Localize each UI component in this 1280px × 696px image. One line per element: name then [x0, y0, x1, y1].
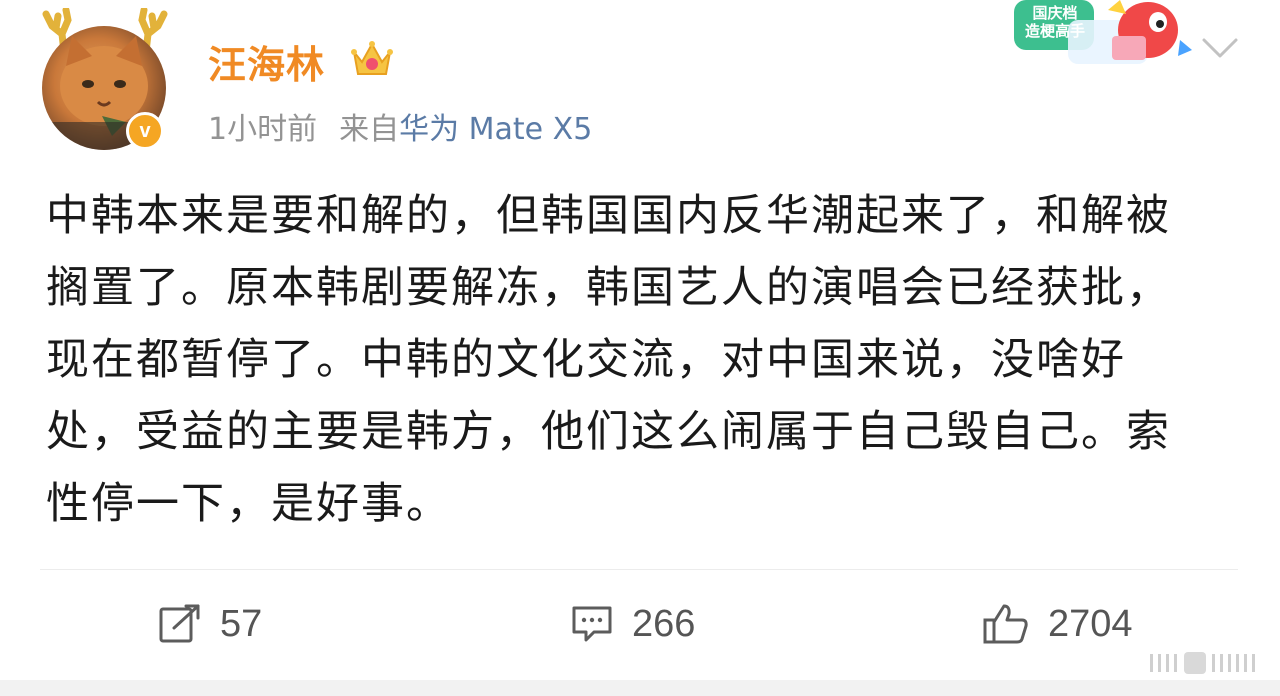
verified-badge-icon: v — [126, 112, 164, 150]
source-device-link[interactable]: 华为 Mate X5 — [399, 112, 592, 147]
comment-count: 266 — [632, 602, 696, 645]
watermark-icon — [1150, 652, 1255, 674]
avatar[interactable]: v — [38, 8, 170, 152]
username[interactable]: 汪海林 — [208, 34, 325, 89]
post-content: 中韩本来是要和解的，但韩国国内反华潮起来了，和解被搁置了。原本韩剧要解冻，韩国艺… — [46, 191, 1171, 529]
event-badge-label: 国庆档 造梗高手 — [1024, 4, 1085, 40]
repost-button[interactable]: 57 — [158, 598, 262, 650]
event-badge[interactable]: 国庆档 造梗高手 — [1008, 0, 1193, 78]
bottom-strip — [0, 680, 1280, 696]
thumbs-up-icon — [983, 604, 1028, 644]
divider — [40, 569, 1238, 570]
post-meta: 1小时前 来自华为 Mate X5 — [208, 104, 592, 148]
repost-icon — [159, 604, 200, 643]
chevron-down-icon[interactable] — [1200, 36, 1240, 62]
like-count: 2704 — [1048, 602, 1133, 645]
like-button[interactable]: 2704 — [982, 598, 1133, 650]
source-prefix: 来自 — [339, 112, 400, 147]
weibo-post: v 汪海林 1小时前 来自华为 Mate X5 国庆档 造梗高手 中韩本来是要和… — [0, 0, 1280, 696]
comment-icon — [572, 606, 612, 642]
crown-icon — [351, 41, 393, 75]
repost-count: 57 — [220, 602, 263, 645]
post-time: 1小时前 — [208, 112, 318, 147]
comment-button[interactable]: 266 — [570, 598, 695, 650]
